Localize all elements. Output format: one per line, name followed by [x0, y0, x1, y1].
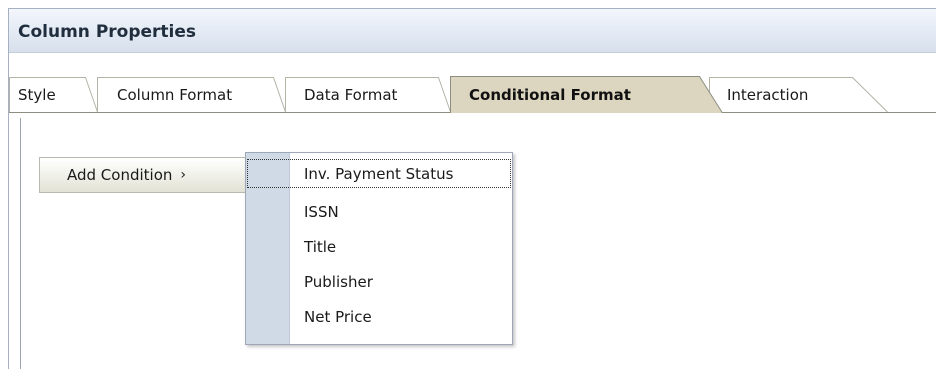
menu-item-inv-payment-status[interactable]: Inv. Payment Status — [246, 158, 512, 189]
tab-interaction[interactable]: Interaction — [727, 78, 847, 112]
panel-header: Column Properties — [9, 9, 936, 53]
tab-conditional-format[interactable]: Conditional Format — [469, 78, 699, 112]
menu-item-label: Publisher — [304, 272, 373, 291]
tab-data-format-label: Data Format — [304, 86, 398, 104]
add-condition-button[interactable]: Add Condition › — [39, 157, 245, 193]
tab-column-format-label: Column Format — [117, 86, 233, 104]
menu-item-label: ISSN — [304, 202, 339, 221]
menu-item-label: Net Price — [304, 307, 372, 326]
tab-conditional-format-label: Conditional Format — [469, 86, 631, 104]
chevron-right-icon: › — [180, 167, 186, 183]
menu-item-title[interactable]: Title — [246, 231, 512, 262]
menu-item-label: Title — [304, 237, 337, 256]
condition-column-menu: Inv. Payment Status ISSN Title Publisher… — [245, 152, 513, 345]
tab-interaction-label: Interaction — [727, 86, 809, 104]
panel-title: Column Properties — [18, 22, 197, 42]
tab-column-format[interactable]: Column Format — [117, 78, 277, 112]
tab-style-label: Style — [18, 86, 56, 104]
menu-item-label: Inv. Payment Status — [304, 164, 454, 183]
menu-item-issn[interactable]: ISSN — [246, 196, 512, 227]
content-left-rule — [20, 118, 21, 369]
menu-item-publisher[interactable]: Publisher — [246, 266, 512, 297]
add-condition-label: Add Condition — [67, 166, 173, 184]
tab-bar: Style Column Format Data Format Conditio… — [9, 53, 936, 117]
tab-style[interactable]: Style — [18, 78, 88, 112]
menu-item-net-price[interactable]: Net Price — [246, 301, 512, 332]
tab-data-format[interactable]: Data Format — [304, 78, 444, 112]
